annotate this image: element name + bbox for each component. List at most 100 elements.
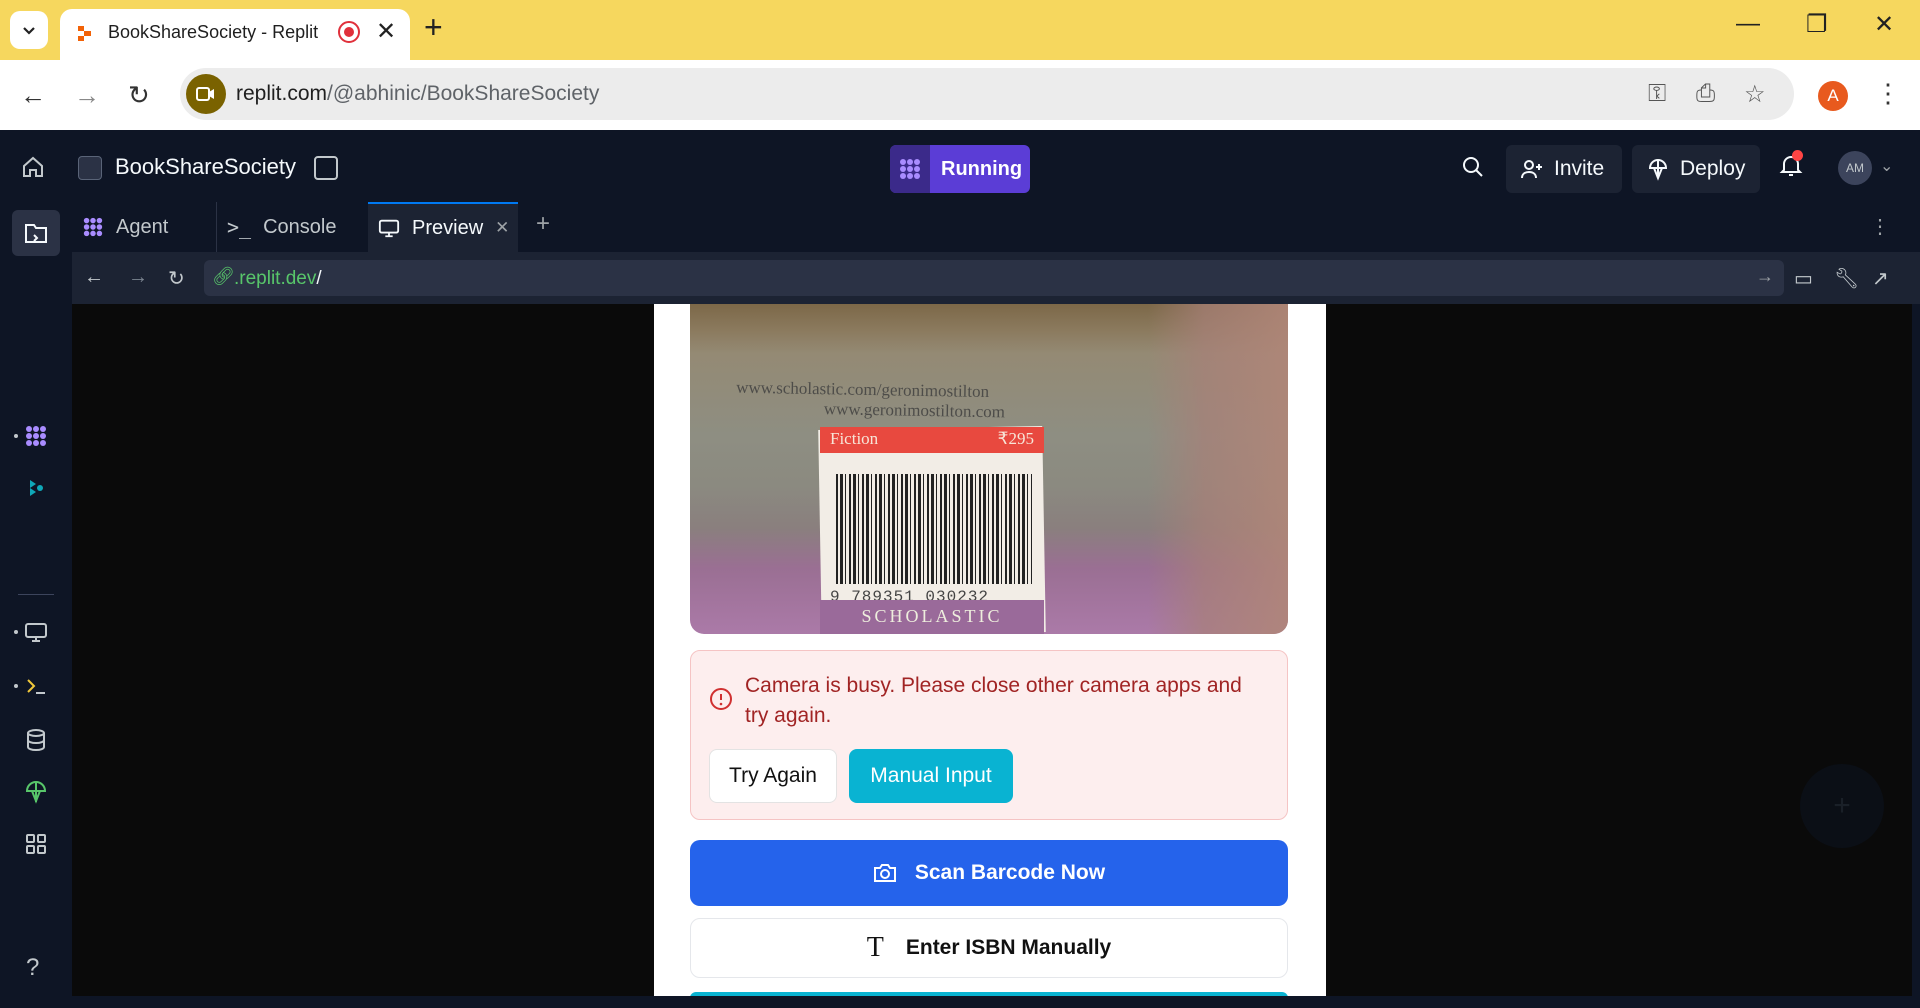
camera-error-alert: Camera is busy. Please close other camer… xyxy=(690,650,1288,820)
camera-icon xyxy=(873,864,896,882)
sidebar-dot xyxy=(14,630,18,634)
bookmark-star-icon[interactable]: ☆ xyxy=(1744,80,1766,109)
preview-url-field[interactable]: 🔗︎ .replit.dev/ → xyxy=(204,260,1784,296)
notification-badge xyxy=(1792,150,1803,161)
workspace-header: BookShareSociety Running Invite Deploy A… xyxy=(0,130,1920,202)
browser-profile-avatar[interactable]: A xyxy=(1818,81,1848,111)
scan-barcode-button[interactable]: Scan Barcode Now xyxy=(690,840,1288,906)
browser-menu-icon[interactable]: ⋮ xyxy=(1875,78,1901,109)
app-page: www.scholastic.com/geronimostilton www.g… xyxy=(654,304,1326,996)
floating-action-button[interactable]: + xyxy=(1800,764,1884,848)
deploy-label: Deploy xyxy=(1680,157,1746,180)
pane-menu-icon[interactable]: ⋮ xyxy=(1870,214,1890,239)
omnibox-url: replit.com/@abhinic/BookShareSociety xyxy=(236,82,600,105)
go-arrow-icon[interactable]: → xyxy=(1756,266,1774,287)
preview-toolbar: ← → ↻ 🔗︎ .replit.dev/ → ▭ 🔧︎ ↗ xyxy=(72,252,1920,304)
sidebar-separator xyxy=(18,594,54,595)
run-status-label: Running xyxy=(941,158,1023,180)
barcode-image xyxy=(836,474,1032,584)
invite-label: Invite xyxy=(1554,157,1605,180)
next-button-edge xyxy=(690,992,1288,996)
replit-workspace: BookShareSociety Running Invite Deploy A… xyxy=(0,130,1920,1008)
recording-icon xyxy=(338,21,360,43)
agent-icon xyxy=(83,217,103,237)
tab-title: BookShareSociety - Replit xyxy=(108,22,319,42)
agent-swirl-icon xyxy=(890,145,930,193)
search-icon[interactable] xyxy=(1460,154,1486,180)
window-close-icon[interactable]: ✕ xyxy=(1874,10,1894,39)
preview-back-icon[interactable]: ← xyxy=(84,266,106,288)
monitor-icon xyxy=(378,219,400,238)
browser-tab[interactable]: BookShareSociety - Replit ✕ xyxy=(60,9,410,60)
tab-label: Agent xyxy=(116,215,169,238)
tab-label: Console xyxy=(263,215,337,238)
add-tab-icon[interactable]: + xyxy=(536,210,550,238)
close-tab-icon[interactable]: ✕ xyxy=(495,218,509,238)
devtools-wrench-icon[interactable]: 🔧︎ xyxy=(1834,266,1859,290)
preview-forward-icon[interactable]: → xyxy=(128,266,150,288)
sidebar-dot xyxy=(14,434,18,438)
scan-label: Scan Barcode Now xyxy=(914,861,1106,884)
install-app-icon[interactable]: ⎙ xyxy=(1696,80,1715,108)
tab-preview[interactable]: Preview ✕ xyxy=(368,202,518,252)
try-again-button[interactable]: Try Again xyxy=(709,749,837,803)
deploy-icon xyxy=(1648,159,1668,181)
home-icon[interactable] xyxy=(20,154,46,180)
repl-info-icon[interactable] xyxy=(314,156,338,180)
alert-message: Camera is busy. Please close other camer… xyxy=(745,674,1242,727)
open-new-tab-icon[interactable]: ↗ xyxy=(1872,266,1894,290)
minimize-icon[interactable]: — xyxy=(1736,10,1760,38)
left-sidebar xyxy=(0,202,72,1008)
chevron-down-icon xyxy=(23,27,35,35)
deploy-button[interactable]: Deploy xyxy=(1632,145,1760,193)
add-user-icon xyxy=(1521,160,1542,179)
alert-circle-icon xyxy=(710,688,732,710)
user-avatar[interactable]: AM xyxy=(1838,151,1872,185)
publisher-label: SCHOLASTIC xyxy=(820,600,1044,634)
invite-button[interactable]: Invite xyxy=(1506,145,1622,193)
omnibox[interactable]: replit.com/@abhinic/BookShareSociety ⚿ ⎙… xyxy=(180,68,1794,120)
enter-isbn-button[interactable]: T Enter ISBN Manually xyxy=(690,918,1288,978)
browser-tab-strip: BookShareSociety - Replit ✕ + — ❐ ✕ xyxy=(0,0,1920,60)
console-icon[interactable] xyxy=(22,672,50,700)
repl-icon xyxy=(78,156,102,180)
close-tab-icon[interactable]: ✕ xyxy=(376,17,396,46)
forward-icon[interactable]: → xyxy=(74,80,100,111)
text-type-icon: T xyxy=(866,932,884,963)
files-icon[interactable] xyxy=(22,219,50,247)
reload-icon[interactable]: ↻ xyxy=(128,80,150,111)
book-website-text: www.scholastic.com/geronimostilton www.g… xyxy=(736,377,1006,422)
tab-label: Preview xyxy=(412,216,484,239)
help-icon[interactable]: ? xyxy=(26,954,39,982)
replit-favicon-icon xyxy=(78,26,91,41)
restore-icon[interactable]: ❐ xyxy=(1806,10,1828,39)
tab-agent[interactable]: Agent xyxy=(72,202,216,252)
tab-console[interactable]: >_ Console xyxy=(217,202,367,252)
sidebar-dot xyxy=(14,684,18,688)
hand-shadow xyxy=(1148,304,1288,634)
agent-icon[interactable] xyxy=(22,422,50,450)
isbn-label: Enter ISBN Manually xyxy=(905,936,1112,959)
back-icon[interactable]: ← xyxy=(20,80,46,111)
preview-icon[interactable] xyxy=(22,618,50,646)
manual-input-button[interactable]: Manual Input xyxy=(849,749,1013,803)
tab-search-button[interactable] xyxy=(10,11,48,49)
new-tab-button[interactable]: + xyxy=(424,11,443,43)
database-icon[interactable] xyxy=(22,726,50,754)
device-preview-icon[interactable]: ▭ xyxy=(1794,266,1816,290)
run-status-button[interactable]: Running xyxy=(890,145,1030,193)
price-label: Fiction ₹295 xyxy=(820,427,1044,453)
preview-url: .replit.dev/ xyxy=(234,268,322,289)
preview-reload-icon[interactable]: ↻ xyxy=(168,266,190,290)
chevron-down-icon[interactable]: ⌄ xyxy=(1880,156,1893,176)
assistant-icon[interactable] xyxy=(22,474,50,502)
deployments-icon[interactable] xyxy=(22,778,50,806)
all-tools-icon[interactable] xyxy=(22,830,50,858)
key-icon[interactable]: ⚿ xyxy=(1648,80,1666,108)
link-icon: 🔗︎ xyxy=(212,266,235,286)
repl-name[interactable]: BookShareSociety xyxy=(115,154,296,180)
pane-tabs: Agent >_ Console Preview ✕ + ⋮ xyxy=(72,202,1920,252)
preview-viewport: www.scholastic.com/geronimostilton www.g… xyxy=(72,304,1912,996)
site-info-icon[interactable] xyxy=(186,74,226,114)
camera-feed: www.scholastic.com/geronimostilton www.g… xyxy=(690,304,1288,634)
